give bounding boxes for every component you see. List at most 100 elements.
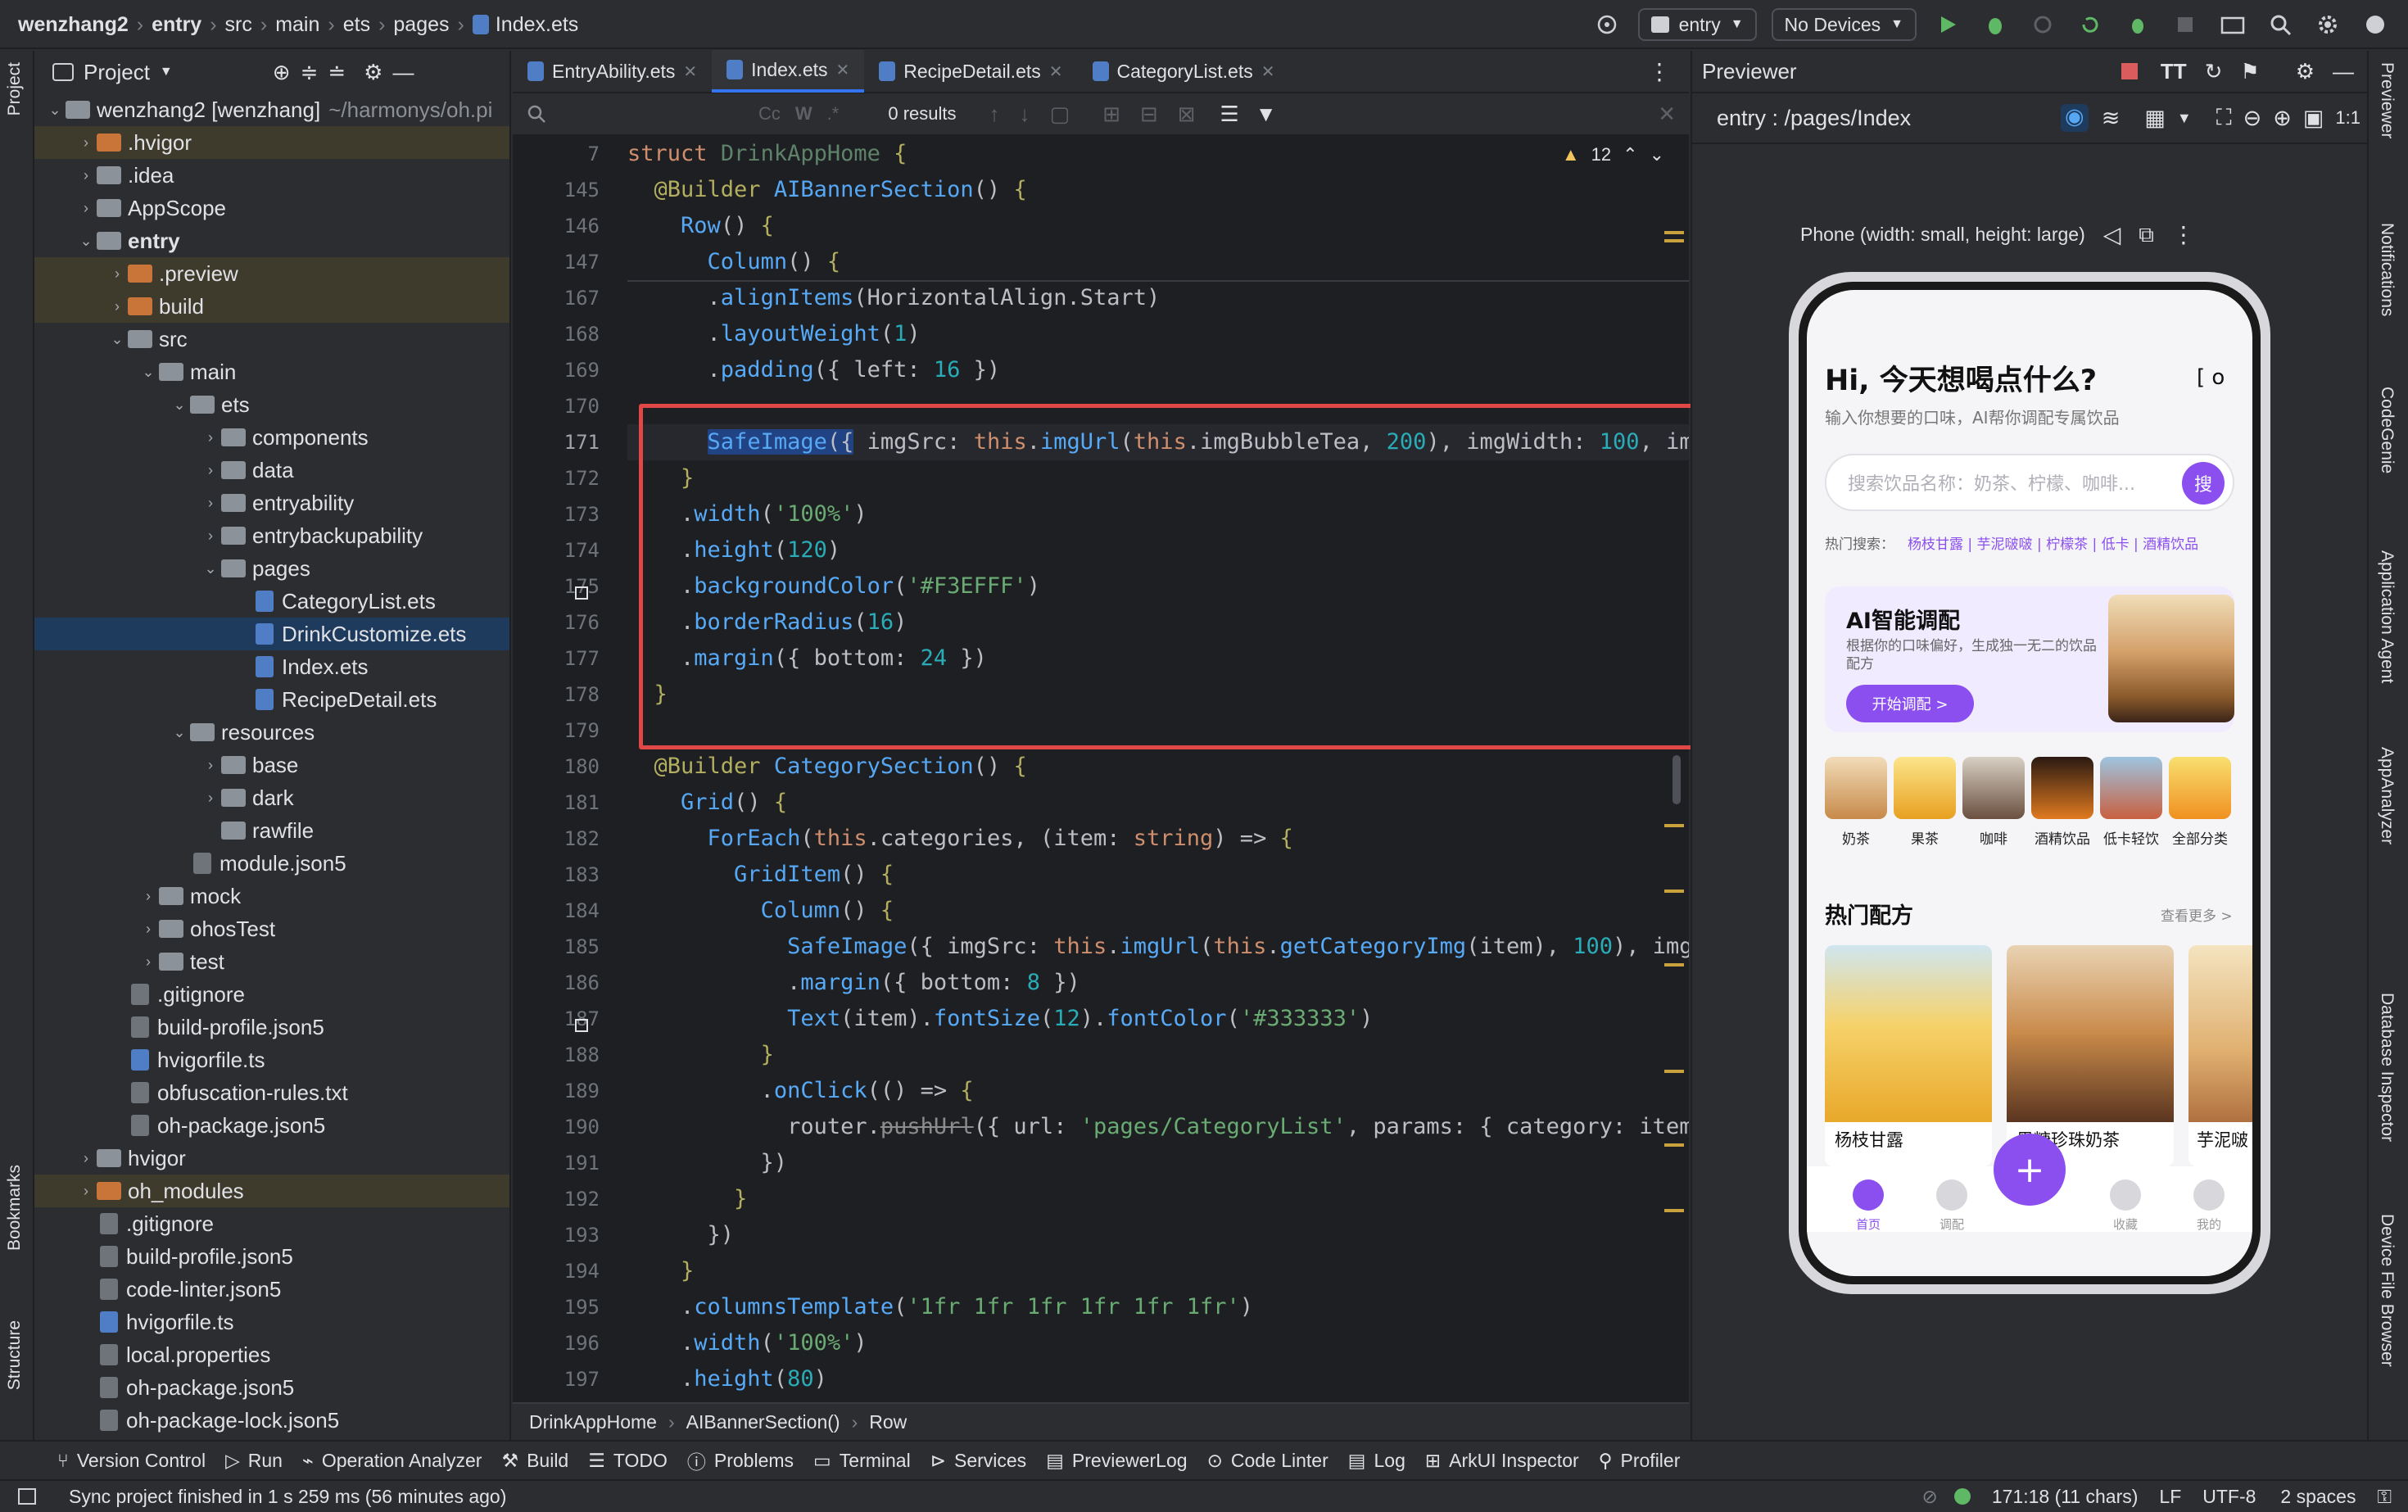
search-icon[interactable] — [526, 103, 550, 124]
cursor-position[interactable]: 171:18 (11 chars) — [1992, 1486, 2139, 1508]
crumb-file[interactable]: Index.ets — [496, 13, 578, 37]
inspection-widget[interactable]: ▲ 12 ⌃ ⌄ — [1562, 144, 1664, 165]
tree-item[interactable]: ⌄ ets — [34, 388, 509, 421]
category-item[interactable]: 果茶 — [1894, 757, 1956, 848]
breakpoint-marker[interactable] — [575, 586, 588, 600]
tree-item[interactable]: hvigorfile.ts — [34, 1043, 509, 1076]
chevron-right-icon[interactable]: › — [106, 265, 128, 283]
category-item[interactable]: 奶茶 — [1825, 757, 1887, 848]
account-icon[interactable] — [2359, 8, 2392, 41]
tree-item[interactable]: › data — [34, 454, 509, 487]
ratio-icon[interactable]: 1:1 — [2335, 107, 2360, 129]
tree-item[interactable]: oh-package.json5 — [34, 1109, 509, 1142]
chevron-right-icon[interactable]: › — [200, 757, 221, 774]
tree-item[interactable]: › base — [34, 749, 509, 781]
layers-icon[interactable]: ≋ — [2102, 106, 2121, 131]
chevron-down-icon[interactable]: ⌄ — [138, 364, 159, 381]
code-line[interactable]: @Builder CategorySection() { — [627, 749, 1689, 785]
run-icon[interactable] — [1931, 8, 1964, 41]
tool-window-button[interactable]: ▤ Log — [1348, 1450, 1405, 1472]
tool-window-button[interactable]: ⊳ Services — [930, 1450, 1026, 1472]
lock-icon[interactable]: ⚿ — [2377, 1486, 2392, 1508]
gear-icon[interactable]: ⚙ — [364, 60, 382, 85]
chevron-right-icon[interactable]: › — [75, 1183, 97, 1200]
tree-item[interactable]: code-linter.json5 — [34, 1273, 509, 1306]
tree-item[interactable]: rawfile — [34, 814, 509, 847]
find-input[interactable] — [555, 97, 744, 130]
tree-item[interactable]: RecipeDetail.ets — [34, 683, 509, 716]
code-line[interactable]: } — [627, 1181, 1689, 1217]
nav-item[interactable]: 首页 — [1848, 1179, 1889, 1233]
chevron-down-icon[interactable]: ⌄ — [169, 396, 190, 414]
right-tool-tab[interactable]: Previewer — [2377, 62, 2397, 138]
chevron-right-icon[interactable]: › — [200, 790, 221, 807]
status-message[interactable]: Sync project finished in 1 s 259 ms (56 … — [69, 1486, 506, 1508]
tree-item[interactable]: Index.ets — [34, 650, 509, 683]
crumb-src[interactable]: src — [225, 13, 252, 37]
tree-item[interactable]: local.properties — [34, 1338, 509, 1371]
gear-icon[interactable]: ⚙ — [2296, 59, 2315, 84]
match-case-icon[interactable]: Cc — [758, 103, 781, 124]
code-line[interactable]: Column() { — [627, 244, 1689, 280]
nav-item[interactable]: 我的 — [2188, 1179, 2229, 1233]
tree-item[interactable]: ⌄ entry — [34, 224, 509, 257]
tree-item[interactable]: module.json5 — [34, 847, 509, 880]
tree-item[interactable]: oh-package-lock.json5 — [34, 1404, 509, 1437]
crumb-module[interactable]: entry — [152, 13, 201, 37]
tree-item[interactable]: oh-package.json5 — [34, 1371, 509, 1404]
code-line[interactable]: } — [627, 1037, 1689, 1073]
search-icon[interactable] — [2264, 8, 2297, 41]
chevron-right-icon[interactable]: › — [200, 495, 221, 512]
tree-item[interactable]: › entrybackupability — [34, 519, 509, 552]
right-tool-tab[interactable]: Device File Browser — [2377, 1214, 2397, 1367]
crumb-ets[interactable]: ets — [343, 13, 370, 37]
code-line[interactable]: Column() { — [627, 893, 1689, 929]
search-bar[interactable]: 搜索饮品名称：奶茶、柠檬、咖啡... 搜 — [1825, 454, 2234, 511]
tool-window-button[interactable]: ▭ Terminal — [813, 1450, 911, 1472]
tree-item[interactable]: ⌄ main — [34, 355, 509, 388]
tab-index[interactable]: Index.ets ✕ — [712, 50, 865, 93]
tree-item[interactable]: › dark — [34, 781, 509, 814]
profile-icon[interactable] — [2026, 8, 2059, 41]
crumb-row[interactable]: Row — [869, 1411, 907, 1433]
tree-item[interactable]: › test — [34, 945, 509, 978]
file-encoding[interactable]: UTF-8 — [2202, 1486, 2256, 1508]
search-button[interactable]: 搜 — [2182, 462, 2225, 505]
phone-screen[interactable]: Hi, 今天想喝点什么? [ o 输入你想要的口味，AI帮你调配专属饮品 搜索饮… — [1807, 290, 2252, 1276]
tree-item[interactable]: › .idea — [34, 159, 509, 192]
chevron-right-icon[interactable]: › — [75, 167, 97, 184]
attach-debugger-icon[interactable] — [2121, 8, 2154, 41]
tool-window-button[interactable]: ⌁ Operation Analyzer — [302, 1450, 482, 1472]
code-line[interactable]: SafeImage({ imgSrc: this.imgUrl(this.get… — [627, 929, 1689, 965]
apply-changes-icon[interactable] — [2074, 8, 2107, 41]
inspector-icon[interactable]: ⚑ — [2240, 59, 2259, 84]
tab-entryability[interactable]: EntryAbility.ets ✕ — [513, 50, 712, 93]
tool-window-button[interactable]: ⑂ Version Control — [57, 1450, 206, 1472]
eye-icon[interactable]: ◉ — [2060, 104, 2089, 132]
crumb-struct[interactable]: DrinkAppHome — [529, 1411, 657, 1433]
code-line[interactable]: .onClick(() => { — [627, 1073, 1689, 1109]
tree-item[interactable]: ⌄ resources — [34, 716, 509, 749]
actual-size-icon[interactable]: ▣ — [2303, 106, 2324, 131]
chevron-down-icon[interactable]: ▼ — [160, 65, 173, 79]
debug-icon[interactable] — [1979, 8, 2012, 41]
project-tool-tab[interactable]: Project — [5, 62, 25, 115]
more-icon[interactable]: ⋮ — [2172, 221, 2195, 248]
chevron-down-icon[interactable]: ⌄ — [106, 331, 128, 348]
code-line[interactable]: .layoutWeight(1) — [627, 316, 1689, 352]
run-config-select[interactable]: entry ▼ — [1637, 8, 1757, 41]
code-line[interactable]: .columnsTemplate('1fr 1fr 1fr 1fr 1fr 1f… — [627, 1289, 1689, 1325]
code-line[interactable]: .margin({ bottom: 8 }) — [627, 965, 1689, 1001]
add-button[interactable]: + — [1994, 1134, 2066, 1206]
code-line[interactable]: .height(80) — [627, 1361, 1689, 1397]
chevron-right-icon[interactable]: › — [106, 298, 128, 315]
start-mix-button[interactable]: 开始调配 > — [1846, 685, 1974, 722]
tree-item[interactable]: .gitignore — [34, 1207, 509, 1240]
close-icon[interactable]: ✕ — [683, 61, 697, 82]
code-line[interactable]: .width('100%') — [627, 1325, 1689, 1361]
tree-item[interactable]: build-profile.json5 — [34, 1240, 509, 1273]
tool-window-button[interactable]: ▤ PreviewerLog — [1046, 1450, 1187, 1472]
nav-item[interactable]: 收藏 — [2105, 1179, 2146, 1233]
right-tool-tab[interactable]: AppAnalyzer — [2377, 747, 2397, 844]
tool-window-button[interactable]: ▷ Run — [225, 1450, 283, 1472]
